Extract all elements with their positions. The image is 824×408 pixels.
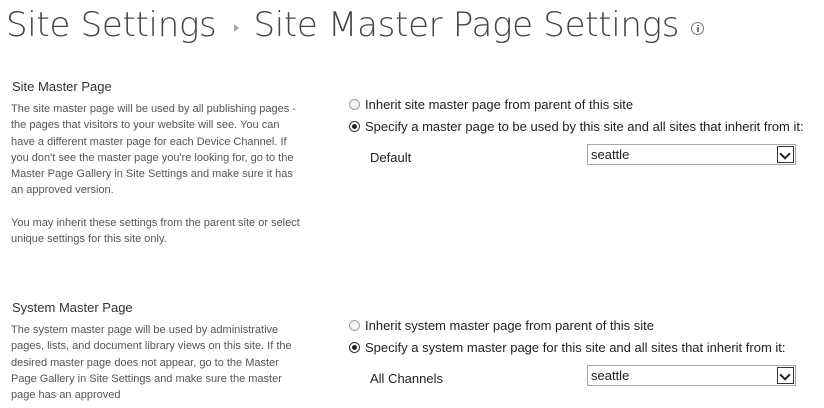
chevron-down-icon[interactable]	[777, 367, 794, 384]
page-title: Site Master Page Settings	[253, 5, 680, 45]
breadcrumb-site-settings-link[interactable]: Site Settings	[6, 5, 217, 45]
site-master-description: The site master page will be used by all…	[11, 101, 306, 247]
system-master-title: System Master Page	[12, 300, 133, 315]
site-master-specify-label: Specify a master page to be used by this…	[365, 119, 804, 134]
chevron-down-icon[interactable]	[777, 146, 794, 163]
system-master-select-value: seattle	[591, 368, 630, 383]
system-master-inherit-option[interactable]: Inherit system master page from parent o…	[349, 318, 654, 333]
site-master-title: Site Master Page	[12, 79, 112, 94]
system-master-description: The system master page will be used by a…	[11, 322, 306, 403]
system-master-specify-radio[interactable]	[349, 342, 360, 353]
system-master-specify-label: Specify a system master page for this si…	[365, 340, 786, 355]
system-master-inherit-label: Inherit system master page from parent o…	[365, 318, 655, 333]
site-master-description-text: The site master page will be used by all…	[11, 103, 296, 197]
site-master-specify-option[interactable]: Specify a master page to be used by this…	[349, 119, 804, 134]
site-master-inherit-label: Inherit site master page from parent of …	[365, 97, 634, 112]
system-master-inherit-radio[interactable]	[349, 320, 360, 331]
system-master-description-text: The system master page will be used by a…	[11, 324, 292, 402]
default-channel-label: Default	[370, 150, 412, 165]
site-master-select[interactable]: seattle	[587, 144, 796, 165]
page: Site Settings Site Master Page Settings …	[0, 0, 824, 408]
site-master-inherit-radio[interactable]	[349, 99, 360, 110]
page-header: Site Settings Site Master Page Settings	[6, 0, 705, 50]
system-master-specify-option[interactable]: Specify a system master page for this si…	[349, 340, 786, 355]
all-channels-label: All Channels	[370, 371, 443, 386]
site-master-inherit-note: You may inherit these settings from the …	[11, 216, 300, 246]
info-icon[interactable]	[691, 21, 705, 35]
breadcrumb-separator-icon	[234, 24, 240, 32]
system-master-select[interactable]: seattle	[587, 365, 796, 386]
site-master-specify-radio[interactable]	[349, 121, 360, 132]
site-master-select-value: seattle	[591, 147, 630, 162]
site-master-inherit-option[interactable]: Inherit site master page from parent of …	[349, 97, 633, 112]
